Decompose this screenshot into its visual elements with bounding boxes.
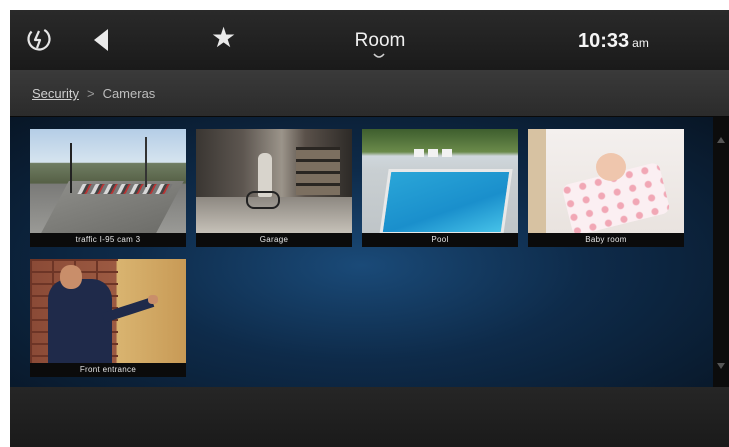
camera-label: Front entrance <box>30 363 186 377</box>
camera-grid: traffic I-95 cam 3 Garage Pool Baby room <box>10 117 713 387</box>
traffic-camera-thumbnail <box>30 129 186 233</box>
camera-tile-front-entrance[interactable]: Front entrance <box>30 259 186 377</box>
bottom-bar <box>10 387 729 447</box>
camera-label: Pool <box>362 233 518 247</box>
star-icon[interactable]: ★ <box>211 23 236 53</box>
camera-tile-baby-room[interactable]: Baby room <box>528 129 684 247</box>
breadcrumb-bar: Security > Cameras <box>10 70 729 117</box>
back-triangle-icon[interactable] <box>94 29 108 51</box>
scroll-up-arrow-icon[interactable] <box>717 137 725 143</box>
clock: 10:33 am <box>578 30 649 53</box>
camera-label: traffic I-95 cam 3 <box>30 233 186 247</box>
clock-time: 10:33 <box>578 30 630 52</box>
camera-label: Garage <box>196 233 352 247</box>
app-window: ★ Room 10:33 am Security > Cameras traffic … <box>10 10 729 447</box>
scroll-down-arrow-icon[interactable] <box>717 363 725 369</box>
vertical-scrollbar[interactable] <box>713 117 729 387</box>
room-title[interactable]: Room <box>350 30 410 52</box>
clock-suffix: am <box>632 36 649 50</box>
power-swirl-logo-icon[interactable] <box>26 26 52 52</box>
breadcrumb-separator: > <box>86 86 95 101</box>
camera-tile-garage[interactable]: Garage <box>196 129 352 247</box>
top-bar: ★ Room 10:33 am <box>10 10 729 70</box>
camera-tile-pool[interactable]: Pool <box>362 129 518 247</box>
chevron-down-icon[interactable] <box>373 53 385 61</box>
camera-tile-traffic[interactable]: traffic I-95 cam 3 <box>30 129 186 247</box>
breadcrumb-security-link[interactable]: Security <box>32 86 79 101</box>
breadcrumb-current: Cameras <box>102 86 156 101</box>
garage-camera-thumbnail <box>196 129 352 233</box>
baby-room-camera-thumbnail <box>528 129 684 233</box>
pool-camera-thumbnail <box>362 129 518 233</box>
breadcrumb: Security > Cameras <box>32 86 155 101</box>
camera-label: Baby room <box>528 233 684 247</box>
front-entrance-camera-thumbnail <box>30 259 186 363</box>
